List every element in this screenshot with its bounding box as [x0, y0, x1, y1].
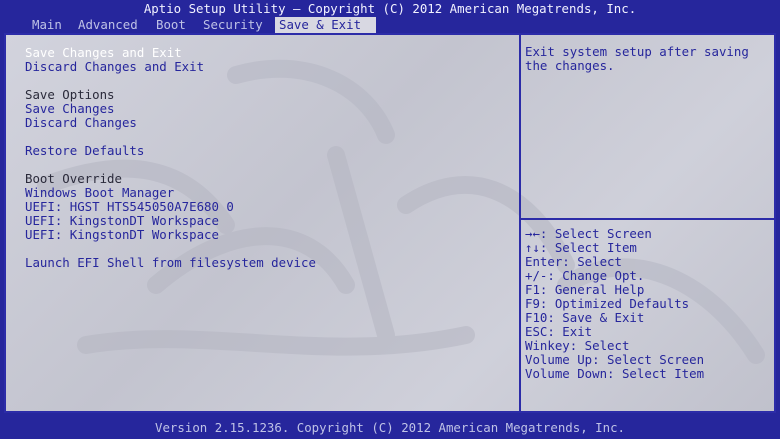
tab-advanced[interactable]: Advanced	[74, 17, 142, 33]
menu-launch-efi-shell[interactable]: Launch EFI Shell from filesystem device	[25, 256, 316, 270]
key-help-esc: ESC: Exit	[525, 324, 593, 339]
key-help-winkey: Winkey: Select	[525, 338, 630, 353]
key-help-enter: Enter: Select	[525, 254, 622, 269]
key-help-select-screen: →←: Select Screen	[525, 226, 652, 241]
boot-option-hgst[interactable]: UEFI: HGST HTS545050A7E680 0	[25, 200, 234, 214]
main-frame: Save Changes and Exit Discard Changes an…	[4, 33, 776, 413]
version-footer: Version 2.15.1236. Copyright (C) 2012 Am…	[0, 419, 780, 437]
key-help-f10: F10: Save & Exit	[525, 310, 645, 325]
boot-option-kingston-2[interactable]: UEFI: KingstonDT Workspace	[25, 228, 219, 242]
item-help-text: Exit system setup after saving the chang…	[525, 44, 749, 73]
menu-save-changes[interactable]: Save Changes	[25, 102, 115, 116]
key-help-volume-up: Volume Up: Select Screen	[525, 352, 705, 367]
menu-save-changes-and-exit[interactable]: Save Changes and Exit	[25, 46, 182, 60]
tab-save-and-exit[interactable]: Save & Exit	[275, 17, 376, 33]
window-title: Aptio Setup Utility – Copyright (C) 2012…	[0, 0, 780, 18]
tab-boot[interactable]: Boot	[152, 17, 190, 33]
tab-bar: Main Advanced Boot Security Save & Exit	[0, 17, 780, 33]
boot-option-windows-boot-manager[interactable]: Windows Boot Manager	[25, 186, 174, 200]
menu-discard-changes[interactable]: Discard Changes	[25, 116, 137, 130]
menu-panel: Save Changes and Exit Discard Changes an…	[6, 35, 519, 411]
tab-main[interactable]: Main	[28, 17, 66, 33]
key-help-f1: F1: General Help	[525, 282, 645, 297]
key-legend: →←: Select Screen ↑↓: Select Item Enter:…	[525, 227, 771, 381]
panel-divider	[519, 35, 521, 411]
boot-option-kingston-1[interactable]: UEFI: KingstonDT Workspace	[25, 214, 219, 228]
section-save-options: Save Options	[25, 87, 115, 102]
tab-security[interactable]: Security	[199, 17, 267, 33]
key-help-change-opt: +/-: Change Opt.	[525, 268, 645, 283]
key-help-select-item: ↑↓: Select Item	[525, 240, 637, 255]
menu-discard-changes-and-exit[interactable]: Discard Changes and Exit	[25, 60, 204, 74]
section-boot-override: Boot Override	[25, 171, 122, 186]
help-divider	[521, 218, 774, 220]
key-help-volume-down: Volume Down: Select Item	[525, 366, 705, 381]
key-help-f9: F9: Optimized Defaults	[525, 296, 690, 311]
menu-restore-defaults[interactable]: Restore Defaults	[25, 144, 144, 158]
